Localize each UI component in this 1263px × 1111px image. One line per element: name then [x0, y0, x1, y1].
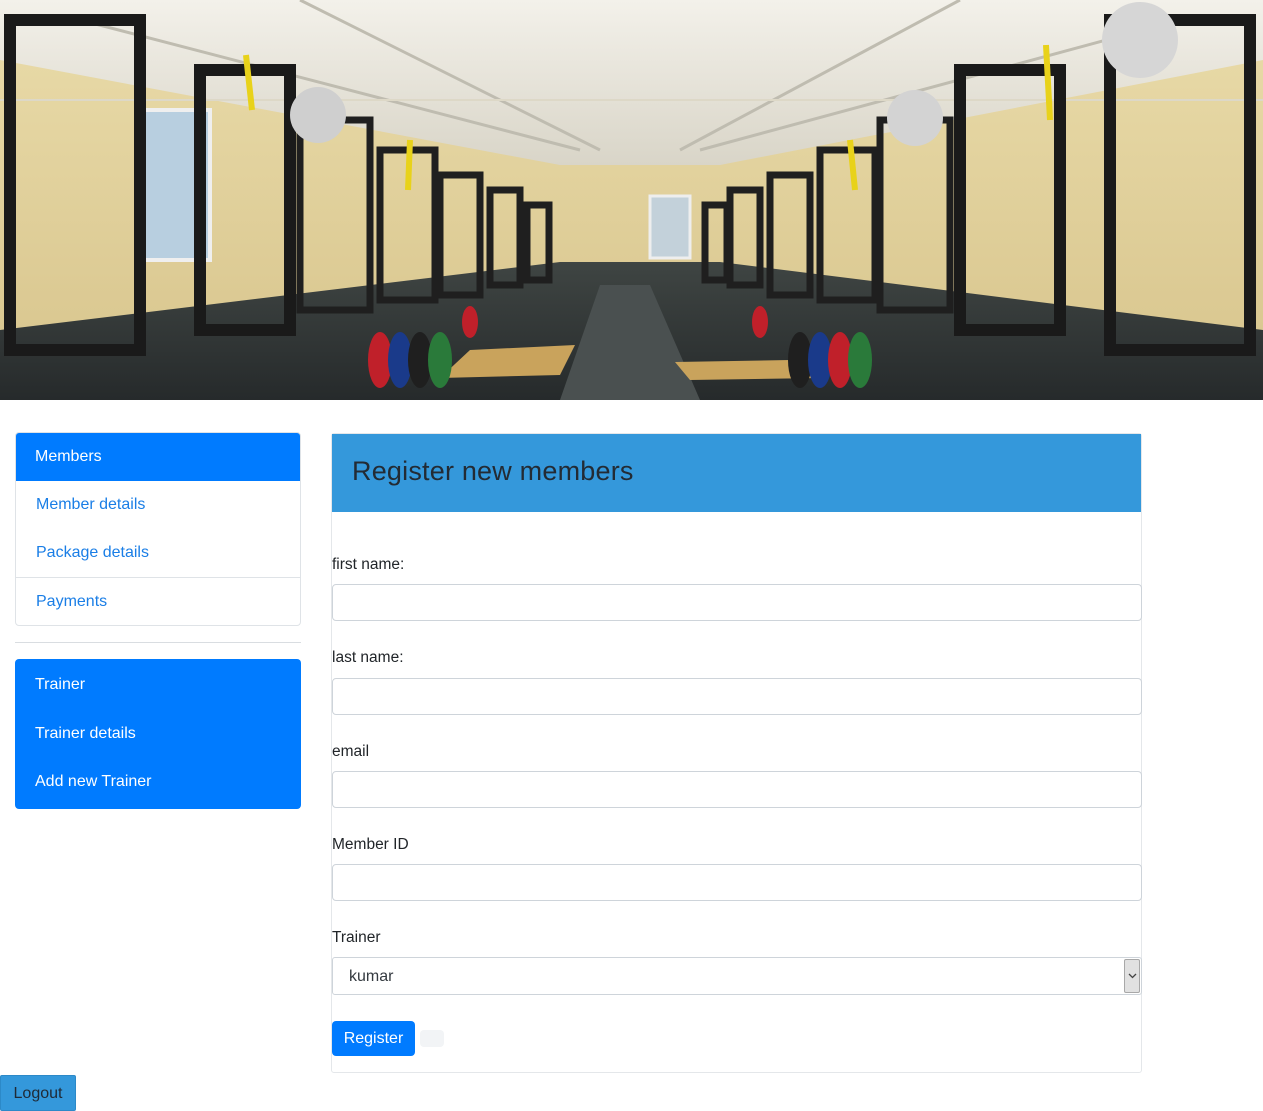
trainer-menu: Trainer Trainer details Add new Trainer: [15, 659, 301, 809]
member-id-input[interactable]: [332, 864, 1142, 901]
secondary-button[interactable]: [420, 1030, 444, 1047]
sidebar-item-members[interactable]: Members: [16, 433, 300, 481]
last-name-label: last name:: [332, 649, 404, 666]
member-id-label: Member ID: [332, 836, 409, 853]
members-menu: Members Member details Package details P…: [15, 432, 301, 626]
trainer-select-value: kumar: [349, 968, 394, 985]
trainer-select[interactable]: kumar: [332, 957, 1142, 995]
sidebar-item-trainer-details[interactable]: Trainer details: [15, 710, 301, 759]
sidebar-item-package-details[interactable]: Package details: [16, 529, 300, 577]
gym-photo: [0, 0, 1263, 400]
register-member-card: Register new members first name: last na…: [331, 433, 1142, 1073]
sidebar-item-member-details[interactable]: Member details: [16, 481, 300, 529]
trainer-label: Trainer: [332, 929, 381, 946]
email-label: email: [332, 743, 370, 760]
first-name-label: first name:: [332, 556, 405, 573]
register-button[interactable]: Register: [332, 1021, 415, 1056]
sidebar-divider: [15, 642, 301, 643]
last-name-input[interactable]: [332, 678, 1142, 715]
hero-banner-image: [0, 0, 1263, 400]
card-header: Register new members: [332, 434, 1141, 512]
first-name-input[interactable]: [332, 584, 1142, 621]
logout-button[interactable]: Logout: [0, 1075, 76, 1111]
email-input[interactable]: [332, 771, 1142, 808]
sidebar-item-trainer[interactable]: Trainer: [15, 661, 301, 710]
chevron-down-icon[interactable]: [1124, 959, 1140, 993]
sidebar-item-payments[interactable]: Payments: [16, 577, 300, 625]
sidebar-item-add-new-trainer[interactable]: Add new Trainer: [15, 758, 301, 807]
page-title: Register new members: [352, 456, 634, 486]
